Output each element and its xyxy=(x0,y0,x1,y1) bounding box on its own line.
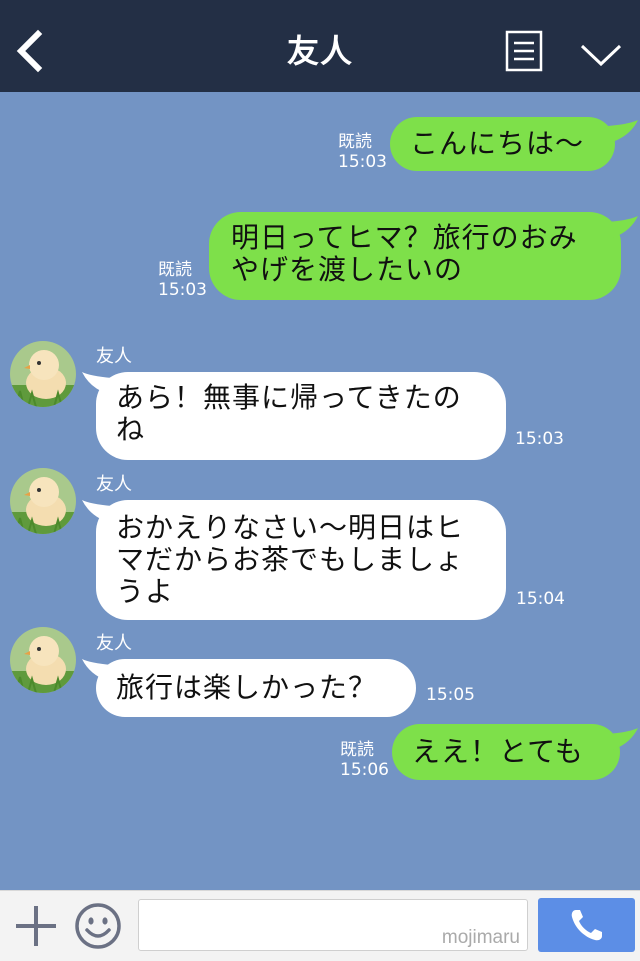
add-attachment-button[interactable] xyxy=(14,904,58,948)
message-time: 15:03 xyxy=(338,152,387,172)
message-time: 15:05 xyxy=(426,685,475,705)
message-bubble[interactable]: 明日ってヒマ？旅行のおみやげを渡したいの xyxy=(209,212,621,300)
read-receipt: 既読 15:03 xyxy=(158,260,207,300)
message-bubble[interactable]: 旅行は楽しかった？ xyxy=(96,659,416,717)
sender-name: 友人 xyxy=(96,633,132,654)
sender-name: 友人 xyxy=(96,474,132,495)
emoji-button[interactable] xyxy=(74,902,122,950)
phone-icon xyxy=(571,910,602,941)
chat-title: 友人 xyxy=(286,32,353,70)
read-label: 既読 xyxy=(340,740,374,760)
avatar[interactable] xyxy=(10,627,76,693)
chat-header: 友人 xyxy=(0,0,640,92)
bubble-tail xyxy=(608,216,638,238)
bubble-tail xyxy=(608,728,638,750)
document-list-icon xyxy=(505,30,543,72)
read-label: 既読 xyxy=(338,132,372,152)
call-button[interactable] xyxy=(538,898,635,952)
avatar[interactable] xyxy=(10,341,76,407)
bubble-tail xyxy=(608,120,638,142)
message-bubble[interactable]: おかえりなさい〜明日はヒマだからお茶でもしましょうよ xyxy=(96,500,506,620)
message-time: 15:03 xyxy=(515,429,564,449)
chick-avatar-icon xyxy=(10,341,76,407)
chick-avatar-icon xyxy=(10,468,76,534)
chevron-down-icon xyxy=(580,44,622,67)
avatar[interactable] xyxy=(10,468,76,534)
chick-avatar-icon xyxy=(10,627,76,693)
plus-icon xyxy=(16,906,56,946)
smiley-icon xyxy=(75,903,121,949)
message-time: 15:06 xyxy=(340,760,389,780)
read-label: 既読 xyxy=(158,260,192,280)
message-bubble[interactable]: こんにちは〜 xyxy=(390,117,615,171)
read-receipt: 既読 15:03 xyxy=(338,132,387,172)
collapse-button[interactable] xyxy=(578,38,624,70)
message-input-bar: mojimaru xyxy=(0,890,640,961)
message-bubble[interactable]: ええ！とても xyxy=(392,724,620,780)
message-time: 15:03 xyxy=(158,280,207,300)
message-time: 15:04 xyxy=(516,589,565,609)
sender-name: 友人 xyxy=(96,346,132,367)
message-bubble[interactable]: あら！無事に帰ってきたのね xyxy=(96,372,506,460)
chat-message-area[interactable]: 既読 15:03 こんにちは〜 既読 15:03 明日ってヒマ？旅行のおみやげを… xyxy=(0,92,640,890)
read-receipt: 既読 15:06 xyxy=(340,740,389,780)
menu-button[interactable] xyxy=(505,30,543,72)
watermark-label: mojimaru xyxy=(441,927,520,948)
